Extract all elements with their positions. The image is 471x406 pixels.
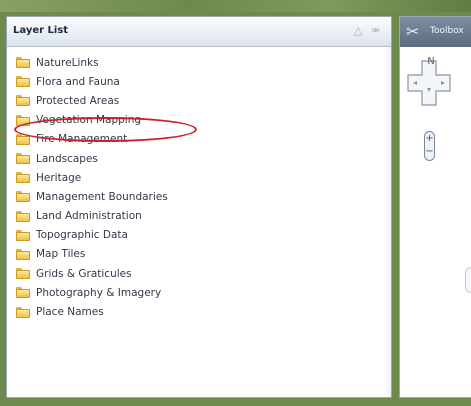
layer-item-heritage[interactable]: Heritage [16,168,168,187]
map-background [0,0,471,12]
toolbox-title: Toolbox [430,26,464,36]
layer-item-map-tiles[interactable]: Map Tiles [16,245,168,264]
layer-label: Map Tiles [36,248,86,261]
toolbox-panel: ✂ Toolbox N + − [399,16,471,398]
layer-label: NatureLinks [36,56,99,69]
layer-item-topographic-data[interactable]: Topographic Data [16,226,168,245]
folder-icon [16,95,30,107]
scroll-track[interactable] [385,47,391,397]
layer-item-flora-and-fauna[interactable]: Flora and Fauna [16,72,168,91]
folder-icon [16,210,30,222]
layer-item-land-administration[interactable]: Land Administration [16,207,168,226]
panel-title: Layer List [13,25,69,36]
layer-item-management-boundaries[interactable]: Management Boundaries [16,187,168,206]
layer-label: Fire Management [36,133,128,146]
folder-icon [16,57,30,69]
folder-icon [16,76,30,88]
folder-icon [16,268,30,280]
toolbox-header[interactable]: ✂ Toolbox [400,17,471,47]
chevron-up-icon[interactable]: △ [354,24,362,38]
layer-item-landscapes[interactable]: Landscapes [16,149,168,168]
north-label[interactable]: N [424,56,438,67]
wrench-screwdriver-icon: ✂ [406,22,420,41]
layer-label: Flora and Fauna [36,75,120,88]
layer-label: Management Boundaries [36,190,168,203]
zoom-slider[interactable]: + − [424,131,435,161]
folder-icon [16,306,30,318]
panel-resize-handle[interactable] [465,267,471,293]
zoom-out-button[interactable]: − [425,147,434,157]
zoom-in-button[interactable]: + [425,134,434,144]
folder-icon [16,172,30,184]
folder-icon [16,153,30,165]
layer-label: Grids & Graticules [36,267,132,280]
folder-icon [16,248,30,260]
layer-label: Place Names [36,306,104,319]
folder-icon [16,133,30,145]
folder-icon [16,114,30,126]
folder-icon [16,191,30,203]
layer-label: Heritage [36,171,82,184]
folder-icon [16,287,30,299]
layer-item-protected-areas[interactable]: Protected Areas [16,91,168,110]
layer-label: Topographic Data [36,229,128,242]
layer-label: Landscapes [36,152,98,165]
layer-item-naturelinks[interactable]: NatureLinks [16,53,168,72]
layer-item-fire-management[interactable]: Fire Management [16,130,168,149]
layer-item-vegetation-mapping[interactable]: Vegetation Mapping [16,111,168,130]
layer-list-header: Layer List △ »» [7,17,391,47]
layer-item-photography-imagery[interactable]: Photography & Imagery [16,283,168,302]
double-chevron-right-icon[interactable]: »» [371,24,380,38]
layer-item-grids-graticules[interactable]: Grids & Graticules [16,264,168,283]
layer-label: Land Administration [36,210,142,223]
layer-list: NatureLinks Flora and Fauna Protected Ar… [16,53,168,322]
layer-list-panel: Layer List △ »» NatureLinks Flora and Fa… [6,16,392,398]
layer-label: Protected Areas [36,94,120,107]
layer-item-place-names[interactable]: Place Names [16,302,168,321]
layer-label: Vegetation Mapping [36,114,142,127]
layer-label: Photography & Imagery [36,286,162,299]
folder-icon [16,229,30,241]
